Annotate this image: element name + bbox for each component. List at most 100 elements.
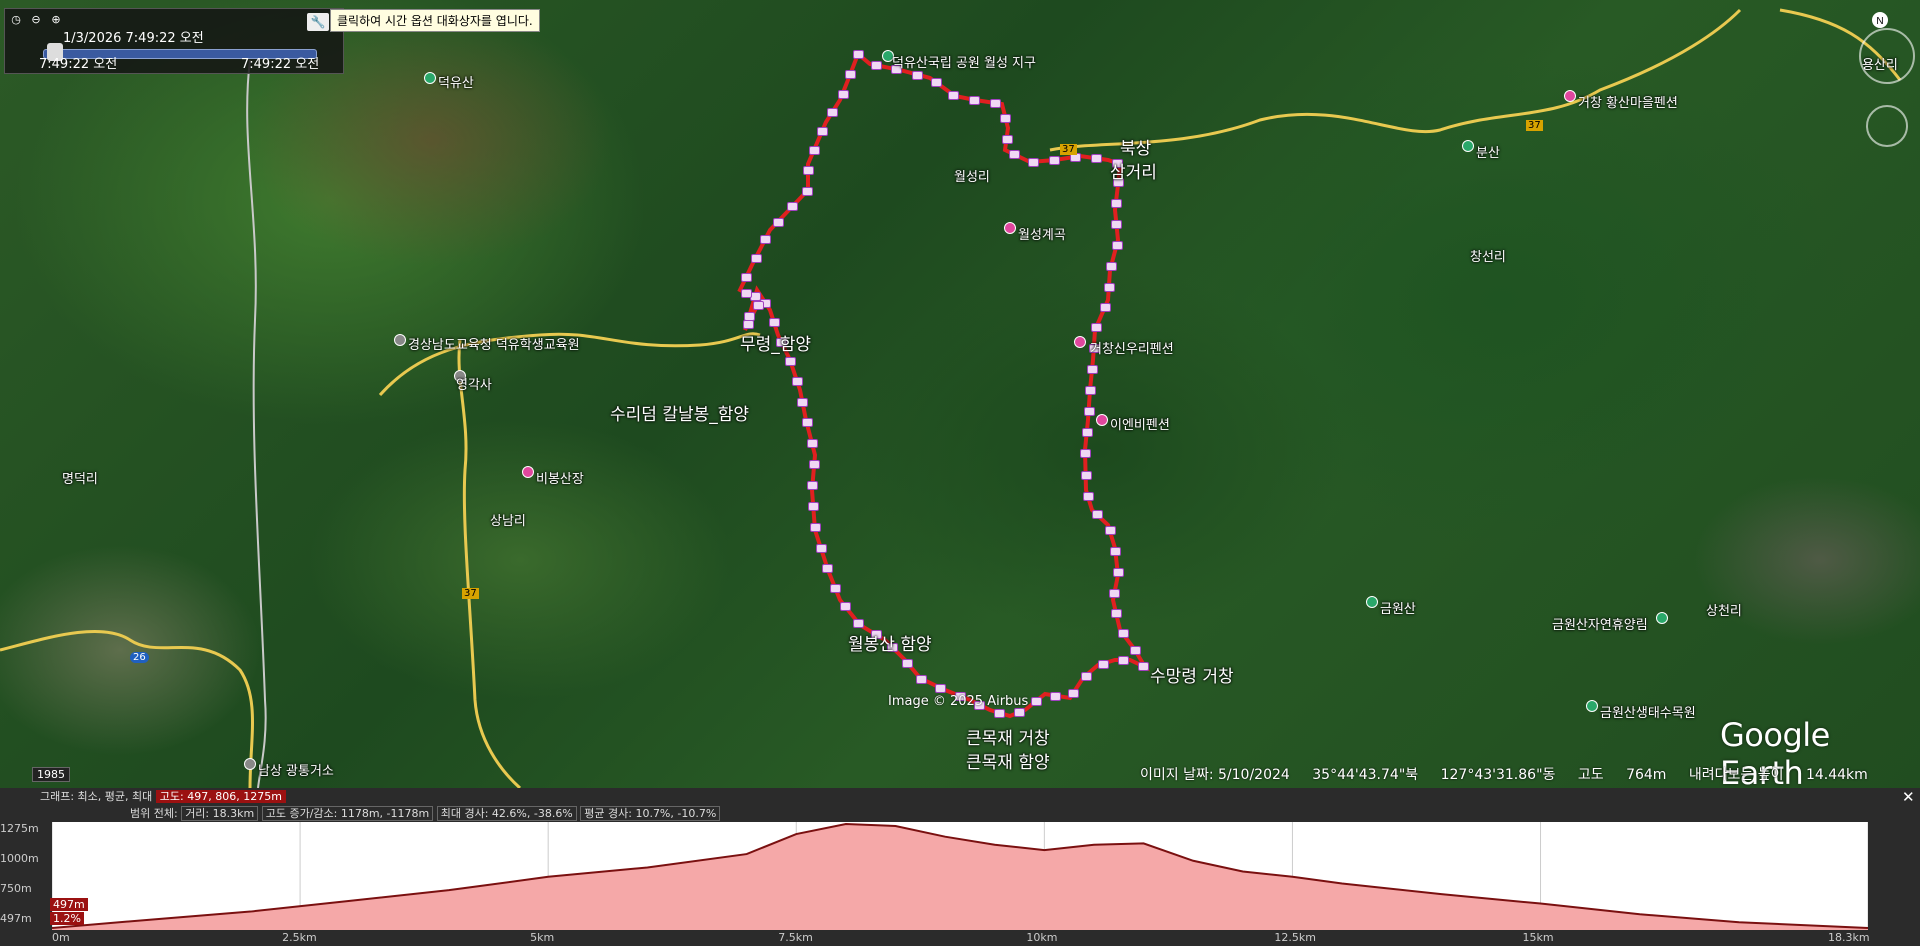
waypoint-marker-icon[interactable] — [785, 356, 797, 366]
waypoint-marker-icon[interactable] — [1097, 659, 1109, 669]
waypoint-marker-icon[interactable] — [815, 543, 827, 553]
waypoint-marker-icon[interactable] — [797, 397, 809, 407]
zoom-out-icon[interactable]: ⊖ — [29, 13, 43, 27]
waypoint-marker-icon[interactable] — [989, 98, 1001, 108]
waypoint-marker-icon[interactable] — [1110, 546, 1122, 556]
waypoint-marker-icon[interactable] — [1050, 691, 1062, 701]
pension-poi-icon[interactable] — [1096, 414, 1108, 426]
waypoint-marker-icon[interactable] — [1118, 656, 1130, 665]
waypoint-marker-icon[interactable] — [750, 253, 762, 263]
waypoint-marker-icon[interactable] — [743, 319, 755, 329]
waypoint-marker-icon[interactable] — [807, 480, 819, 490]
waypoint-marker-icon[interactable] — [1031, 696, 1043, 706]
waypoint-marker-icon[interactable] — [1111, 220, 1123, 230]
waypoint-marker-icon[interactable] — [809, 459, 821, 469]
compass-ring-icon[interactable] — [1859, 28, 1915, 84]
waypoint-marker-icon[interactable] — [760, 234, 772, 244]
waypoint-marker-icon[interactable] — [809, 523, 821, 533]
arboretum-poi-icon[interactable] — [1586, 700, 1598, 712]
waypoint-marker-icon[interactable] — [911, 70, 923, 80]
historical-imagery-year[interactable]: 1985 — [32, 767, 70, 782]
waypoint-marker-icon[interactable] — [806, 439, 818, 448]
waypoint-marker-icon[interactable] — [1000, 113, 1012, 123]
waypoint-marker-icon[interactable] — [948, 90, 960, 100]
waypoint-marker-icon[interactable] — [827, 108, 839, 118]
waypoint-marker-icon[interactable] — [1099, 303, 1111, 313]
waypoint-marker-icon[interactable] — [1110, 199, 1122, 209]
waypoint-marker-icon[interactable] — [902, 658, 914, 668]
waypoint-marker-icon[interactable] — [803, 166, 814, 176]
waypoint-marker-icon[interactable] — [1109, 588, 1121, 598]
waypoint-marker-icon[interactable] — [1008, 150, 1020, 160]
waypoint-marker-icon[interactable] — [801, 418, 813, 428]
waypoint-marker-icon[interactable] — [1080, 449, 1092, 459]
mountain-poi-icon[interactable] — [1366, 596, 1378, 608]
waypoint-marker-icon[interactable] — [1091, 154, 1103, 164]
lodging-poi-icon[interactable] — [522, 466, 534, 478]
waypoint-marker-icon[interactable] — [853, 618, 865, 628]
waypoint-marker-icon[interactable] — [801, 187, 813, 197]
look-joystick-icon[interactable] — [1866, 105, 1908, 147]
waypoint-marker-icon[interactable] — [931, 78, 943, 88]
pension-poi-icon[interactable] — [1564, 90, 1576, 102]
forest-poi-icon[interactable] — [1656, 612, 1668, 624]
waypoint-marker-icon[interactable] — [1068, 688, 1080, 698]
waypoint-marker-icon[interactable] — [808, 502, 820, 512]
waypoint-marker-icon[interactable] — [772, 217, 784, 227]
waypoint-marker-icon[interactable] — [830, 583, 842, 593]
waypoint-marker-icon[interactable] — [808, 146, 820, 156]
mountain-poi-icon[interactable] — [424, 72, 436, 84]
waypoint-marker-icon[interactable] — [1091, 510, 1103, 520]
waypoint-marker-icon[interactable] — [741, 272, 753, 282]
waypoint-marker-icon[interactable] — [1080, 671, 1092, 681]
waypoint-marker-icon[interactable] — [1028, 157, 1040, 167]
waypoint-marker-icon[interactable] — [1013, 708, 1025, 718]
close-icon[interactable]: ✕ — [1902, 788, 1915, 806]
waypoint-marker-icon[interactable] — [916, 674, 928, 684]
waypoint-marker-icon[interactable] — [1049, 156, 1061, 166]
waypoint-marker-icon[interactable] — [839, 602, 851, 612]
waypoint-marker-icon[interactable] — [1130, 646, 1142, 656]
mountain-poi-icon[interactable] — [1462, 140, 1474, 152]
waypoint-marker-icon[interactable] — [817, 126, 829, 136]
school-poi-icon[interactable] — [394, 334, 406, 346]
clock-icon[interactable]: ◷ — [9, 13, 23, 27]
valley-poi-icon[interactable] — [1004, 222, 1016, 234]
satellite-map[interactable]: 덕유산 경상남도교육청 덕유학생교육원 영각사 명덕리 비봉산장 상남리 수리덤… — [0, 0, 1920, 788]
waypoint-marker-icon[interactable] — [1087, 364, 1099, 374]
elevation-stat[interactable]: 고도: 497, 806, 1275m — [155, 790, 286, 803]
waypoint-marker-icon[interactable] — [870, 61, 882, 71]
waypoint-marker-icon[interactable] — [792, 377, 804, 387]
elevation-chart[interactable] — [52, 822, 1868, 930]
waypoint-marker-icon[interactable] — [845, 69, 857, 79]
waypoint-marker-icon[interactable] — [1083, 407, 1095, 417]
waypoint-marker-icon[interactable] — [1138, 662, 1150, 672]
waypoint-marker-icon[interactable] — [935, 683, 947, 693]
waypoint-marker-icon[interactable] — [993, 708, 1005, 718]
waypoint-marker-icon[interactable] — [1080, 470, 1092, 480]
waypoint-marker-icon[interactable] — [1081, 428, 1093, 438]
waypoint-marker-icon[interactable] — [1111, 609, 1123, 619]
waypoint-marker-icon[interactable] — [768, 317, 780, 327]
waypoint-marker-icon[interactable] — [853, 50, 864, 59]
waypoint-marker-icon[interactable] — [822, 563, 834, 573]
waypoint-marker-icon[interactable] — [752, 300, 764, 310]
rest-area-poi-icon[interactable] — [244, 758, 256, 770]
waypoint-marker-icon[interactable] — [787, 202, 799, 212]
waypoint-marker-icon[interactable] — [1106, 261, 1118, 271]
waypoint-marker-icon[interactable] — [740, 288, 752, 298]
waypoint-marker-icon[interactable] — [1104, 526, 1116, 536]
waypoint-marker-icon[interactable] — [837, 89, 849, 99]
waypoint-marker-icon[interactable] — [1103, 282, 1115, 292]
waypoint-marker-icon[interactable] — [1111, 241, 1123, 251]
waypoint-marker-icon[interactable] — [968, 95, 980, 105]
waypoint-marker-icon[interactable] — [1112, 567, 1124, 577]
pension-poi-icon[interactable] — [1074, 336, 1086, 348]
waypoint-marker-icon[interactable] — [1085, 385, 1096, 395]
zoom-in-icon[interactable]: ⊕ — [49, 13, 63, 27]
waypoint-marker-icon[interactable] — [1082, 491, 1094, 501]
waypoint-marker-icon[interactable] — [1001, 134, 1013, 144]
waypoint-marker-icon[interactable] — [1091, 322, 1103, 332]
wrench-icon[interactable]: 🔧 — [307, 13, 329, 31]
waypoint-marker-icon[interactable] — [1117, 629, 1129, 639]
